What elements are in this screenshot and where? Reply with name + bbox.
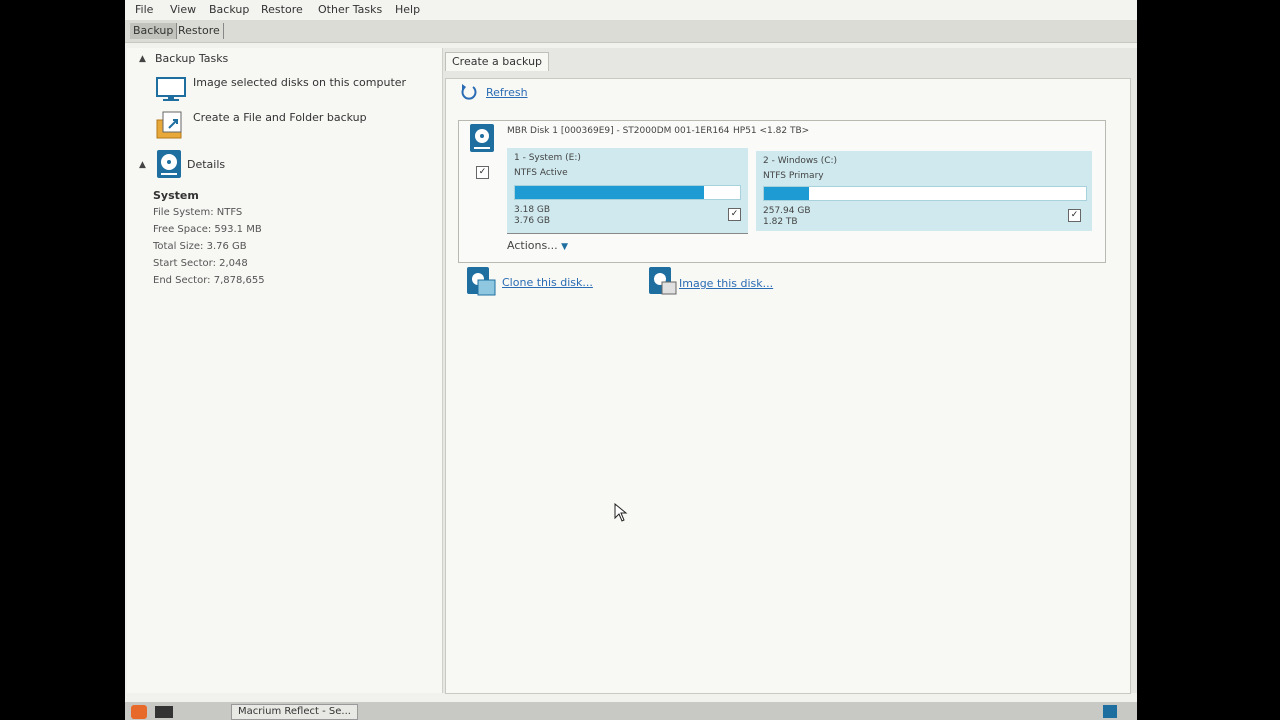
refresh-icon[interactable]	[460, 83, 478, 101]
disk-checkbox[interactable]: ✓	[476, 166, 489, 179]
actions-label: Actions...	[507, 239, 558, 252]
monitor-icon	[156, 77, 186, 101]
partition-total: 1.82 TB	[763, 217, 798, 227]
mouse-cursor-icon	[614, 503, 628, 522]
menu-restore[interactable]: Restore	[261, 3, 303, 16]
terminal-icon[interactable]	[155, 706, 173, 718]
hard-disk-icon	[470, 124, 494, 152]
details-start-sector: Start Sector: 2,048	[153, 258, 248, 269]
partition-usage-bar	[763, 186, 1087, 201]
details-free-space: Free Space: 593.1 MB	[153, 224, 262, 235]
left-panel: ▲ Backup Tasks Image selected disks on t…	[127, 48, 443, 693]
actions-menu[interactable]: Actions... ▼	[507, 239, 568, 252]
tab-restore[interactable]: Restore	[175, 23, 224, 39]
menu-help[interactable]: Help	[395, 3, 420, 16]
backup-tasks-heading: Backup Tasks	[155, 52, 229, 65]
partition-total: 3.76 GB	[514, 216, 551, 226]
details-partition-name: System	[153, 189, 199, 202]
task-file-folder-backup[interactable]: Create a File and Folder backup	[193, 111, 367, 124]
details-heading: Details	[187, 158, 226, 171]
partition-1[interactable]: 1 - System (E:) NTFS Active 3.18 GB 3.76…	[507, 148, 748, 234]
taskbar: Macrium Reflect - Se...	[125, 702, 1137, 720]
menu-backup[interactable]: Backup	[209, 3, 249, 16]
partition-used: 257.94 GB	[763, 206, 811, 216]
task-image-disks[interactable]: Image selected disks on this computer	[193, 76, 406, 89]
create-backup-pane: Refresh ✓ MBR Disk 1 [000369E9] - ST2000…	[445, 78, 1131, 694]
refresh-link[interactable]: Refresh	[486, 86, 528, 99]
right-area: Create a backup Refresh ✓ MBR Disk 1 [00…	[443, 48, 1137, 694]
tab-backup[interactable]: Backup	[130, 23, 178, 39]
start-icon[interactable]	[131, 705, 147, 719]
partition-checkbox[interactable]: ✓	[728, 208, 741, 221]
image-disk-icon[interactable]	[648, 266, 678, 296]
partition-type: NTFS Primary	[763, 171, 824, 181]
partition-usage-fill	[764, 187, 810, 200]
menu-file[interactable]: File	[135, 3, 153, 16]
taskbar-app-button[interactable]: Macrium Reflect - Se...	[231, 704, 358, 720]
partition-checkbox[interactable]: ✓	[1068, 209, 1081, 222]
network-icon[interactable]	[1103, 705, 1117, 718]
partition-type: NTFS Active	[514, 168, 568, 178]
menu-other-tasks[interactable]: Other Tasks	[318, 3, 382, 16]
tab-create-a-backup[interactable]: Create a backup	[445, 52, 550, 71]
partition-name: 1 - System (E:)	[514, 153, 581, 163]
partition-name: 2 - Windows (C:)	[763, 156, 838, 166]
disk-title: MBR Disk 1 [000369E9] - ST2000DM 001-1ER…	[507, 126, 730, 136]
clone-disk-link[interactable]: Clone this disk...	[502, 276, 593, 289]
partition-usage-bar	[514, 185, 741, 200]
collapse-details-icon[interactable]: ▲	[139, 160, 146, 170]
app-window: File View Backup Restore Other Tasks Hel…	[125, 0, 1137, 720]
menu-view[interactable]: View	[170, 3, 196, 16]
file-folder-backup-icon	[156, 111, 182, 139]
disk-panel: ✓ MBR Disk 1 [000369E9] - ST2000DM 001-1…	[458, 120, 1106, 263]
dropdown-arrow-icon: ▼	[561, 242, 569, 252]
clone-disk-icon[interactable]	[466, 266, 496, 296]
disk-label: HP51 <1.82 TB>	[733, 126, 810, 136]
hard-disk-icon	[157, 150, 181, 178]
menu-bar: File View Backup Restore Other Tasks Hel…	[125, 0, 1137, 20]
details-total-size: Total Size: 3.76 GB	[153, 241, 247, 252]
partition-2[interactable]: 2 - Windows (C:) NTFS Primary 257.94 GB …	[756, 151, 1092, 231]
collapse-backup-tasks-icon[interactable]: ▲	[139, 54, 146, 64]
details-file-system: File System: NTFS	[153, 207, 243, 218]
partition-used: 3.18 GB	[514, 205, 551, 215]
image-disk-link[interactable]: Image this disk...	[679, 277, 773, 290]
main-tab-bar: Backup Restore	[125, 20, 1137, 43]
details-end-sector: End Sector: 7,878,655	[153, 275, 265, 286]
partition-usage-fill	[515, 186, 704, 199]
